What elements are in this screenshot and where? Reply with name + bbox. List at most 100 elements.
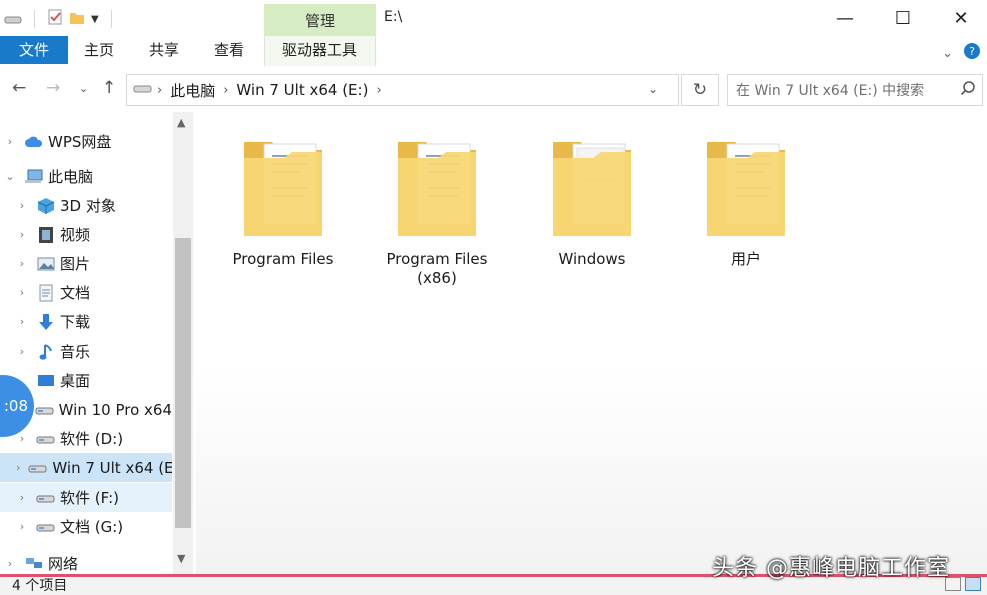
close-button[interactable]: ✕ <box>932 0 987 36</box>
folder-name: 用户 <box>730 250 761 268</box>
refresh-button[interactable]: ↻ <box>681 74 719 106</box>
nav-item-label: 文档 (G:) <box>60 518 124 536</box>
folder-icon <box>527 130 657 242</box>
nav-item-label: 软件 (D:) <box>60 430 124 448</box>
minimize-button[interactable]: — <box>816 0 874 36</box>
download-icon <box>36 313 56 330</box>
help-icon[interactable]: ? <box>963 42 981 64</box>
nav-item-label: 软件 (F:) <box>60 489 119 507</box>
cloud-icon <box>24 134 44 150</box>
watermark: 头条 @惠峰电脑工作室 <box>712 556 950 581</box>
tab-share[interactable]: 共享 <box>149 36 179 64</box>
nav-item-1[interactable]: ⌄ 此电脑 <box>0 162 172 191</box>
drive-icon[interactable] <box>4 10 22 29</box>
search-input[interactable]: 在 Win 7 Ult x64 (E:) 中搜索 <box>727 74 983 106</box>
divider <box>34 10 35 28</box>
nav-item-5[interactable]: › 文档 <box>0 278 172 307</box>
forward-arrow-icon[interactable]: → <box>46 78 60 98</box>
back-arrow-icon[interactable]: ← <box>12 78 26 98</box>
breadcrumb-drive-e[interactable]: Win 7 Ult x64 (E:) <box>236 81 368 99</box>
expand-chevron-icon[interactable]: › <box>16 345 28 358</box>
navigation-pane: › WPS网盘 ⌄ 此电脑 › 3D 对象 › 视频 › 图片 › 文档 › 下载 › 音乐 桌面 Win 10 … <box>0 112 196 574</box>
manage-context-tab[interactable]: 管理 <box>264 4 376 36</box>
new-folder-icon[interactable] <box>69 9 85 29</box>
picture-icon <box>36 256 56 272</box>
nav-item-3[interactable]: › 视频 <box>0 220 172 249</box>
expand-chevron-icon[interactable]: › <box>16 491 28 504</box>
expand-chevron-icon[interactable]: › <box>16 461 20 474</box>
breadcrumb-separator-icon: › <box>223 82 229 98</box>
folder-name: Program Files <box>232 250 334 268</box>
expand-chevron-icon[interactable]: › <box>16 199 28 212</box>
folder-item[interactable]: Program Files <box>218 130 348 269</box>
large-icons-view-icon[interactable] <box>965 577 981 591</box>
item-count: 4 个项目 <box>12 578 68 594</box>
folder-item[interactable]: Program Files (x86) <box>372 130 502 288</box>
nav-item-7[interactable]: › 音乐 <box>0 337 172 366</box>
nav-item-6[interactable]: › 下载 <box>0 307 172 336</box>
nav-scrollbar[interactable]: ▲ ▼ <box>173 112 193 574</box>
expand-chevron-icon[interactable]: › <box>16 432 28 445</box>
nav-item-label: 网络 <box>48 555 79 573</box>
nav-item-2[interactable]: › 3D 对象 <box>0 191 172 220</box>
address-row: ← → ⌄ ↑ › 此电脑 › Win 7 Ult x64 (E:) › ⌄ ↻… <box>0 68 987 112</box>
tab-home[interactable]: 主页 <box>84 36 114 64</box>
maximize-button[interactable]: ☐ <box>874 0 932 36</box>
nav-item-label: Win 7 Ult x64 (E <box>52 458 172 477</box>
window-title: E:\ <box>384 9 403 25</box>
scroll-down-icon[interactable]: ▼ <box>177 552 185 565</box>
tab-drive-tools[interactable]: 驱动器工具 <box>282 36 357 64</box>
drive-icon <box>28 460 48 476</box>
address-bar[interactable]: › 此电脑 › Win 7 Ult x64 (E:) › <box>126 74 679 106</box>
video-icon <box>36 226 56 243</box>
minimize-icon: — <box>836 7 854 29</box>
chevron-down-icon[interactable]: ▼ <box>91 14 99 25</box>
view-toggle <box>945 577 981 591</box>
nav-item-label: 文档 <box>60 284 91 302</box>
nav-item-label: 3D 对象 <box>60 197 116 215</box>
nav-item-10[interactable]: › 软件 (D:) <box>0 424 172 453</box>
expand-down-chevron-icon[interactable]: ⌄ <box>4 170 16 183</box>
maximize-icon: ☐ <box>894 7 912 29</box>
nav-item-13[interactable]: › 文档 (G:) <box>0 512 172 541</box>
nav-item-label: 视频 <box>60 226 91 244</box>
scrollbar-thumb[interactable] <box>175 238 191 528</box>
search-placeholder: 在 Win 7 Ult x64 (E:) 中搜索 <box>736 83 925 99</box>
folder-icon <box>372 130 502 242</box>
up-arrow-icon[interactable]: ↑ <box>102 78 116 98</box>
divider <box>110 10 112 28</box>
drive-icon <box>133 81 153 99</box>
expand-chevron-icon[interactable]: › <box>4 557 16 570</box>
properties-icon[interactable] <box>47 8 63 30</box>
expand-chevron-icon[interactable]: › <box>16 520 28 533</box>
desktop-icon <box>36 373 56 389</box>
nav-item-4[interactable]: › 图片 <box>0 249 172 278</box>
tab-file[interactable]: 文件 <box>0 36 68 64</box>
breadcrumb-separator-icon: › <box>376 82 382 98</box>
computer-icon <box>24 169 44 185</box>
expand-chevron-icon[interactable]: › <box>16 228 28 241</box>
recent-locations-chevron-icon[interactable]: ⌄ <box>79 82 88 95</box>
nav-item-11[interactable]: › Win 7 Ult x64 (E <box>0 453 172 482</box>
expand-chevron-icon[interactable]: › <box>16 315 28 328</box>
folder-item[interactable]: Windows <box>527 130 657 269</box>
folder-icon <box>681 130 811 242</box>
nav-item-0[interactable]: › WPS网盘 <box>0 127 172 156</box>
address-history-chevron-icon[interactable]: ⌄ <box>648 82 658 96</box>
nav-item-label: 此电脑 <box>48 168 94 186</box>
expand-chevron-icon[interactable]: › <box>16 257 28 270</box>
music-icon <box>36 343 56 360</box>
tab-view[interactable]: 查看 <box>214 36 244 64</box>
search-icon <box>960 80 982 100</box>
folder-item[interactable]: 用户 <box>681 130 811 269</box>
expand-chevron-icon[interactable]: › <box>4 135 16 148</box>
nav-item-14[interactable]: › 网络 <box>0 549 172 574</box>
close-icon: ✕ <box>953 7 969 29</box>
breadcrumb-this-pc[interactable]: 此电脑 <box>170 80 215 101</box>
expand-chevron-icon[interactable]: › <box>16 286 28 299</box>
drive-icon <box>35 402 55 418</box>
chevron-down-icon[interactable]: ⌄ <box>942 46 953 61</box>
nav-item-label: 图片 <box>60 255 91 273</box>
scroll-up-icon[interactable]: ▲ <box>177 116 185 129</box>
nav-item-12[interactable]: › 软件 (F:) <box>0 483 172 512</box>
